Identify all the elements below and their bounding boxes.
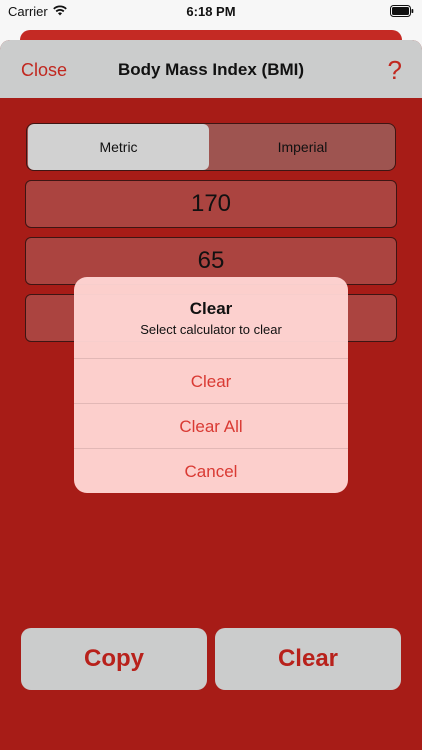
alert-clear-all-button[interactable]: Clear All: [74, 403, 348, 449]
clear-alert-dialog: Clear Select calculator to clear Clear C…: [74, 277, 348, 493]
alert-title: Clear: [189, 299, 233, 318]
alert-message: Select calculator to clear: [140, 322, 282, 337]
alert-clear-button[interactable]: Clear: [74, 358, 348, 404]
alert-cancel-button[interactable]: Cancel: [74, 448, 348, 493]
alert-overlay: Clear Select calculator to clear Clear C…: [0, 0, 422, 750]
